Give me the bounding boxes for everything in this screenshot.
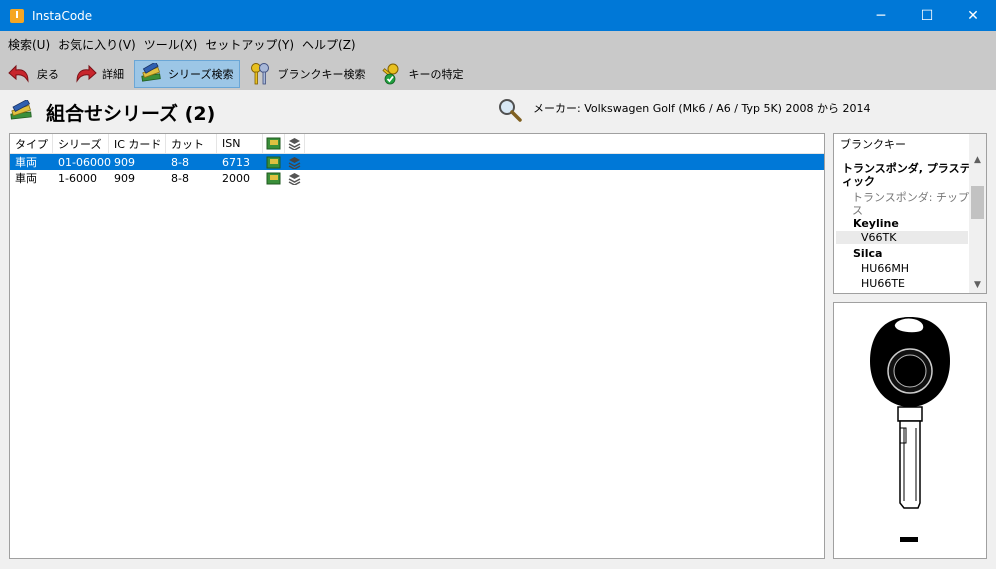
close-button[interactable]: ✕	[950, 0, 996, 31]
scroll-down-arrow-icon[interactable]: ▼	[969, 276, 986, 293]
row-book-icon-cell[interactable]	[263, 154, 285, 170]
books-icon	[138, 62, 164, 86]
row-stack-icon-cell[interactable]	[285, 170, 305, 186]
page-header: 組合せシリーズ (2) メーカー: Volkswagen Golf (Mk6 /…	[0, 90, 996, 130]
key-image-panel	[833, 302, 987, 559]
tree-item-v66tk[interactable]: V66TK	[836, 231, 968, 244]
book-icon	[266, 172, 281, 184]
status-strip	[0, 562, 996, 569]
series-search-label: シリーズ検索	[168, 68, 234, 81]
key-identify-label: キーの特定	[408, 68, 464, 81]
menu-bar: 検索(U) お気に入り(V) ツール(X) セットアップ(Y) ヘルプ(Z)	[0, 31, 996, 58]
minimize-button[interactable]: ─	[858, 0, 904, 31]
forward-arrow-icon	[72, 62, 98, 86]
row-stack-icon-cell[interactable]	[285, 154, 305, 170]
table-row[interactable]: 車両 1-6000 909 8-8 2000	[10, 170, 824, 186]
column-header-ic-card[interactable]: IC カード	[109, 134, 166, 153]
stack-icon	[288, 138, 301, 150]
cell-cut: 8-8	[171, 171, 189, 185]
cell-series: 1-6000	[58, 171, 97, 185]
column-header-series[interactable]: シリーズ	[53, 134, 109, 153]
book-icon	[266, 156, 281, 168]
tree-group-transponder-plastic-cont[interactable]: ィック	[842, 173, 875, 189]
toolbar: 戻る 詳細 シリーズ検索 ブランクキー検索 キーの特定	[0, 58, 996, 90]
back-button[interactable]: 戻る	[4, 60, 65, 88]
series-list: タイプ シリーズ IC カード カット ISN 車両 01-06000 909 …	[9, 133, 825, 559]
search-icon[interactable]	[497, 97, 523, 123]
column-header-cut[interactable]: カット	[166, 134, 217, 153]
books-icon	[8, 98, 34, 122]
menu-favorites[interactable]: お気に入り(V)	[54, 36, 140, 53]
tree-group-silca[interactable]: Silca	[853, 247, 882, 260]
title-bar: InstaCode ─ ☐ ✕	[0, 0, 996, 31]
page-title: 組合せシリーズ (2)	[46, 103, 216, 125]
blank-key-tree: ブランクキー トランスポンダ, プラスティ ィック トランスポンダ: チップレ …	[834, 134, 970, 293]
menu-search[interactable]: 検索(U)	[4, 36, 54, 53]
vehicle-info: メーカー: Volkswagen Golf (Mk6 / A6 / Typ 5K…	[533, 102, 871, 115]
back-arrow-icon	[7, 62, 33, 86]
book-icon	[266, 137, 281, 150]
menu-help[interactable]: ヘルプ(Z)	[298, 36, 360, 53]
scroll-up-arrow-icon[interactable]: ▲	[969, 151, 986, 168]
maximize-button[interactable]: ☐	[904, 0, 950, 31]
window-controls: ─ ☐ ✕	[858, 0, 996, 31]
cell-ic-card: 909	[114, 171, 135, 185]
list-header: タイプ シリーズ IC カード カット ISN	[10, 134, 824, 154]
keys-icon	[247, 62, 273, 86]
column-header-book[interactable]	[263, 134, 285, 153]
cell-cut: 8-8	[171, 155, 189, 169]
key-identify-button[interactable]: キーの特定	[375, 60, 469, 88]
cell-series: 01-06000	[58, 155, 111, 169]
blank-key-panel-title: ブランクキー	[840, 138, 906, 151]
table-row[interactable]: 車両 01-06000 909 8-8 6713	[10, 154, 824, 170]
menu-setup[interactable]: セットアップ(Y)	[201, 36, 298, 53]
stack-icon	[288, 156, 301, 169]
cell-ic-card: 909	[114, 155, 135, 169]
tree-scrollbar[interactable]: ▲ ▼	[969, 134, 986, 293]
blank-key-search-label: ブランクキー検索	[277, 68, 366, 81]
key-image	[870, 317, 950, 542]
details-button-label: 詳細	[102, 68, 124, 81]
row-book-icon-cell[interactable]	[263, 170, 285, 186]
series-search-button[interactable]: シリーズ検索	[134, 60, 241, 88]
blank-key-panel: ブランクキー トランスポンダ, プラスティ ィック トランスポンダ: チップレ …	[833, 133, 987, 294]
cell-type: 車両	[15, 172, 37, 185]
tree-item-transponder-chipless-cont[interactable]: ス	[852, 202, 863, 218]
column-header-isn[interactable]: ISN	[217, 134, 263, 153]
cell-type: 車両	[15, 156, 37, 169]
tree-item-hu66mh[interactable]: HU66MH	[861, 262, 909, 275]
tree-item-transponder-chipless[interactable]: トランスポンダ: チップレ	[852, 189, 970, 205]
details-button[interactable]: 詳細	[69, 60, 130, 88]
menu-tools[interactable]: ツール(X)	[140, 36, 202, 53]
app-icon	[10, 8, 24, 23]
column-header-type[interactable]: タイプ	[10, 134, 53, 153]
back-button-label: 戻る	[37, 68, 59, 81]
scroll-thumb[interactable]	[971, 186, 984, 219]
cell-isn: 6713	[222, 155, 250, 169]
tree-group-keyline[interactable]: Keyline	[853, 217, 899, 230]
stack-icon	[288, 172, 301, 185]
key-check-icon	[378, 62, 404, 86]
blank-key-search-button[interactable]: ブランクキー検索	[244, 60, 371, 88]
column-header-stack[interactable]	[285, 134, 305, 153]
window-title: InstaCode	[32, 8, 93, 23]
cell-isn: 2000	[222, 171, 250, 185]
tree-item-hu66te[interactable]: HU66TE	[861, 277, 905, 290]
